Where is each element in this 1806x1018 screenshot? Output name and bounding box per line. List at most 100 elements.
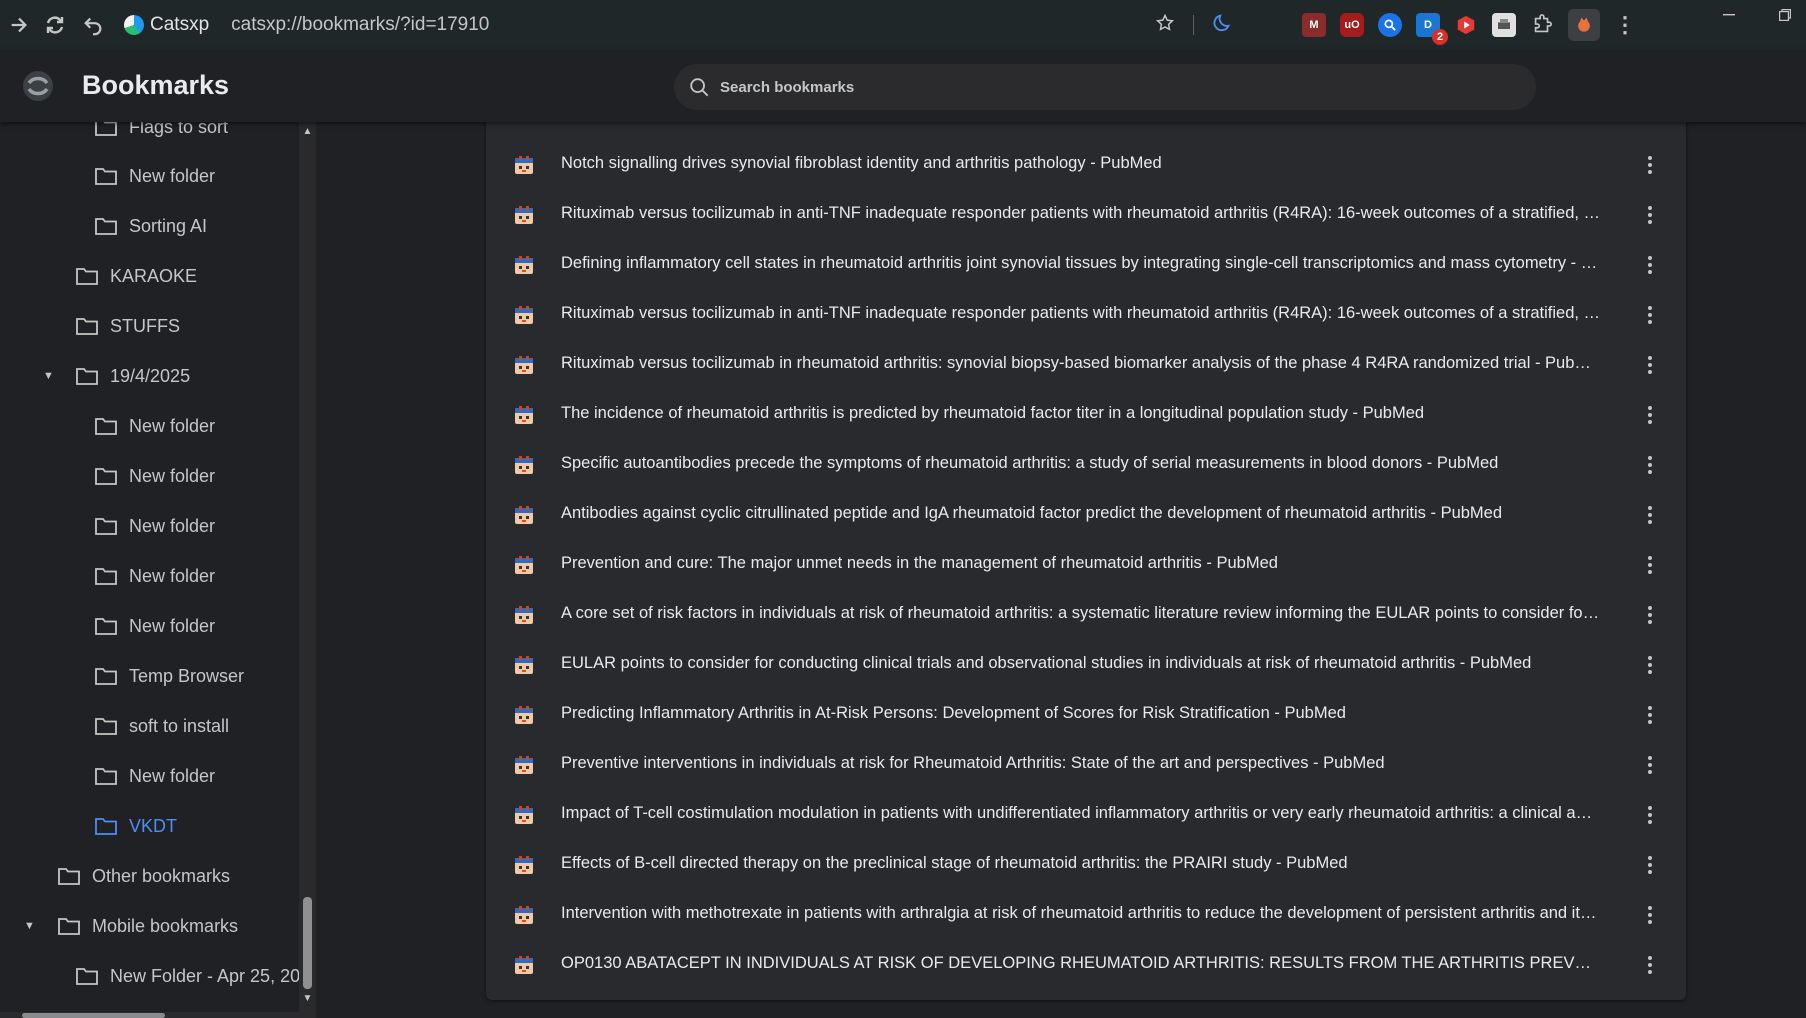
sidebar-scrollbar[interactable] (299, 122, 316, 1012)
browser-menu-icon[interactable]: ⋮ (1614, 12, 1636, 38)
more-vert-icon[interactable] (1638, 703, 1662, 727)
more-vert-icon[interactable] (1638, 603, 1662, 627)
tree-folder-soft-to-install[interactable]: soft to install (95, 706, 229, 746)
search-input[interactable] (720, 78, 1420, 96)
bookmark-title[interactable]: Antibodies against cyclic citrullinated … (561, 504, 1601, 523)
printer-extension-icon[interactable] (1492, 13, 1516, 37)
tree-folder-temp-browser[interactable]: Temp Browser (95, 656, 244, 696)
more-vert-icon[interactable] (1638, 753, 1662, 777)
scroll-up-arrow-icon[interactable]: ▲ (301, 126, 314, 137)
tree-folder-stuffs[interactable]: STUFFS (76, 306, 180, 346)
more-vert-icon[interactable] (1638, 303, 1662, 327)
sidebar-horizontal-scroll-thumb[interactable] (22, 1013, 165, 1018)
bookmark-title[interactable]: Preventive interventions in individuals … (561, 754, 1601, 773)
tree-folder-new-folder-apr-25[interactable]: New Folder - Apr 25, 20 (76, 956, 300, 996)
bookmark-title[interactable]: Specific autoantibodies precede the symp… (561, 454, 1601, 473)
more-vert-icon[interactable] (1638, 453, 1662, 477)
more-vert-icon[interactable] (1638, 853, 1662, 877)
back-icon[interactable] (74, 6, 112, 44)
more-vert-icon[interactable] (1638, 503, 1662, 527)
bookmark-row[interactable]: Prevention and cure: The major unmet nee… (486, 540, 1686, 590)
bookmark-title[interactable]: Rituximab versus tocilizumab in rheumato… (561, 354, 1601, 373)
bookmark-title[interactable]: Notch signalling drives synovial fibrobl… (561, 154, 1601, 173)
restore-icon[interactable] (1762, 0, 1806, 30)
more-vert-icon[interactable] (1638, 203, 1662, 227)
bookmark-row[interactable]: A core set of risk factors in individual… (486, 590, 1686, 640)
minimize-icon[interactable] (1706, 0, 1752, 30)
translate-extension-icon[interactable]: D 2 (1416, 13, 1448, 45)
extensions-puzzle-icon[interactable] (1530, 13, 1554, 37)
tree-folder-other-bookmarks[interactable]: Other bookmarks (58, 856, 230, 896)
profile-avatar-icon[interactable] (1568, 9, 1600, 41)
bookmark-row[interactable]: Rituximab versus tocilizumab in anti-TNF… (486, 190, 1686, 240)
tree-item-label: Other bookmarks (92, 865, 231, 886)
dark-mode-moon-icon[interactable] (1212, 12, 1234, 39)
bookmark-row[interactable]: Effects of B-cell directed therapy on th… (486, 840, 1686, 890)
more-vert-icon[interactable] (1638, 803, 1662, 827)
bookmark-title[interactable]: Predicting Inflammatory Arthritis in At-… (561, 704, 1601, 723)
search-extension-icon[interactable] (1378, 13, 1402, 37)
bookmark-title[interactable]: Rituximab versus tocilizumab in anti-TNF… (561, 204, 1601, 223)
bookmark-title[interactable]: Defining inflammatory cell states in rhe… (561, 254, 1601, 273)
bookmark-row[interactable]: Antibodies against cyclic citrullinated … (486, 490, 1686, 540)
tree-folder-new-folder[interactable]: New folder (95, 606, 215, 646)
reload-icon[interactable] (36, 6, 74, 44)
bookmark-title[interactable]: A core set of risk factors in individual… (561, 604, 1601, 623)
bookmark-title[interactable]: Rituximab versus tocilizumab in anti-TNF… (561, 304, 1601, 323)
extension-red-icon[interactable]: M (1302, 13, 1326, 37)
bookmark-row[interactable]: Intervention with methotrexate in patien… (486, 890, 1686, 940)
tree-folder-19-4-2025[interactable]: 19/4/2025 (76, 356, 190, 396)
more-vert-icon[interactable] (1638, 153, 1662, 177)
bookmark-title[interactable]: EULAR points to consider for conducting … (561, 654, 1601, 673)
more-vert-icon[interactable] (1638, 353, 1662, 377)
bookmark-row[interactable]: Defining inflammatory cell states in rhe… (486, 240, 1686, 290)
bookmark-title[interactable]: Intervention with methotrexate in patien… (561, 904, 1601, 923)
bookmark-title[interactable]: OP0130 ABATACEPT IN INDIVIDUALS AT RISK … (561, 954, 1601, 973)
bookmark-row[interactable]: Specific autoantibodies precede the symp… (486, 440, 1686, 490)
extensions-bar: M uO D 2 ⋮ (1302, 7, 1636, 45)
bookmark-title[interactable]: Prevention and cure: The major unmet nee… (561, 554, 1601, 573)
pubmed-favicon-icon (515, 856, 533, 874)
bookmark-row[interactable]: Preventive interventions in individuals … (486, 740, 1686, 790)
tree-folder-new-folder[interactable]: New folder (95, 156, 215, 196)
tree-folder-vkdt[interactable]: VKDT (95, 806, 177, 846)
more-vert-icon[interactable] (1638, 403, 1662, 427)
tree-folder-new-folder[interactable]: New folder (95, 506, 215, 546)
tree-folder-new-folder[interactable]: New folder (95, 406, 215, 446)
bookmark-star-icon[interactable] (1155, 13, 1175, 38)
search-box[interactable] (674, 64, 1536, 110)
tree-folder-new-folder[interactable]: New folder (95, 756, 215, 796)
bookmark-row[interactable]: The incidence of rheumatoid arthritis is… (486, 390, 1686, 440)
bookmark-row[interactable]: OP0130 ABATACEPT IN INDIVIDUALS AT RISK … (486, 940, 1686, 990)
bookmark-title[interactable]: Effects of B-cell directed therapy on th… (561, 854, 1601, 873)
more-vert-icon[interactable] (1638, 253, 1662, 277)
ublock-origin-icon[interactable]: uO (1340, 13, 1364, 37)
expand-caret-icon[interactable]: ▼ (24, 920, 35, 932)
bookmark-row[interactable]: Notch signalling drives synovial fibrobl… (486, 140, 1686, 190)
scroll-down-arrow-icon[interactable]: ▼ (301, 993, 314, 1004)
tree-folder-flags-to-sort[interactable]: Flags to sort (95, 122, 228, 147)
address-bar[interactable]: Catsxp catsxp://bookmarks/?id=17910 (124, 7, 1234, 43)
bookmark-row[interactable]: EULAR points to consider for conducting … (486, 640, 1686, 690)
tree-folder-new-folder[interactable]: New folder (95, 456, 215, 496)
expand-caret-icon[interactable]: ▼ (43, 370, 54, 382)
more-vert-icon[interactable] (1638, 553, 1662, 577)
more-vert-icon[interactable] (1638, 903, 1662, 927)
forward-icon[interactable] (0, 6, 38, 44)
youtube-extension-icon[interactable] (1454, 13, 1478, 37)
url-text[interactable]: catsxp://bookmarks/?id=17910 (231, 14, 489, 36)
more-vert-icon[interactable] (1638, 953, 1662, 977)
bookmark-row[interactable]: Rituximab versus tocilizumab in rheumato… (486, 340, 1686, 390)
bookmark-row[interactable]: Impact of T-cell costimulation modulatio… (486, 790, 1686, 840)
site-chip[interactable]: Catsxp (124, 14, 209, 36)
bookmark-title[interactable]: The incidence of rheumatoid arthritis is… (561, 404, 1601, 423)
more-vert-icon[interactable] (1638, 653, 1662, 677)
tree-folder-new-folder[interactable]: New folder (95, 556, 215, 596)
tree-folder-karaoke[interactable]: KARAOKE (76, 256, 197, 296)
bookmark-row[interactable]: Rituximab versus tocilizumab in anti-TNF… (486, 290, 1686, 340)
tree-folder-mobile-bookmarks[interactable]: Mobile bookmarks (58, 906, 238, 946)
tree-folder-sorting-ai[interactable]: Sorting AI (95, 206, 207, 246)
sidebar-scroll-thumb[interactable] (303, 897, 312, 989)
bookmark-row[interactable]: Predicting Inflammatory Arthritis in At-… (486, 690, 1686, 740)
bookmark-title[interactable]: Impact of T-cell costimulation modulatio… (561, 804, 1601, 823)
